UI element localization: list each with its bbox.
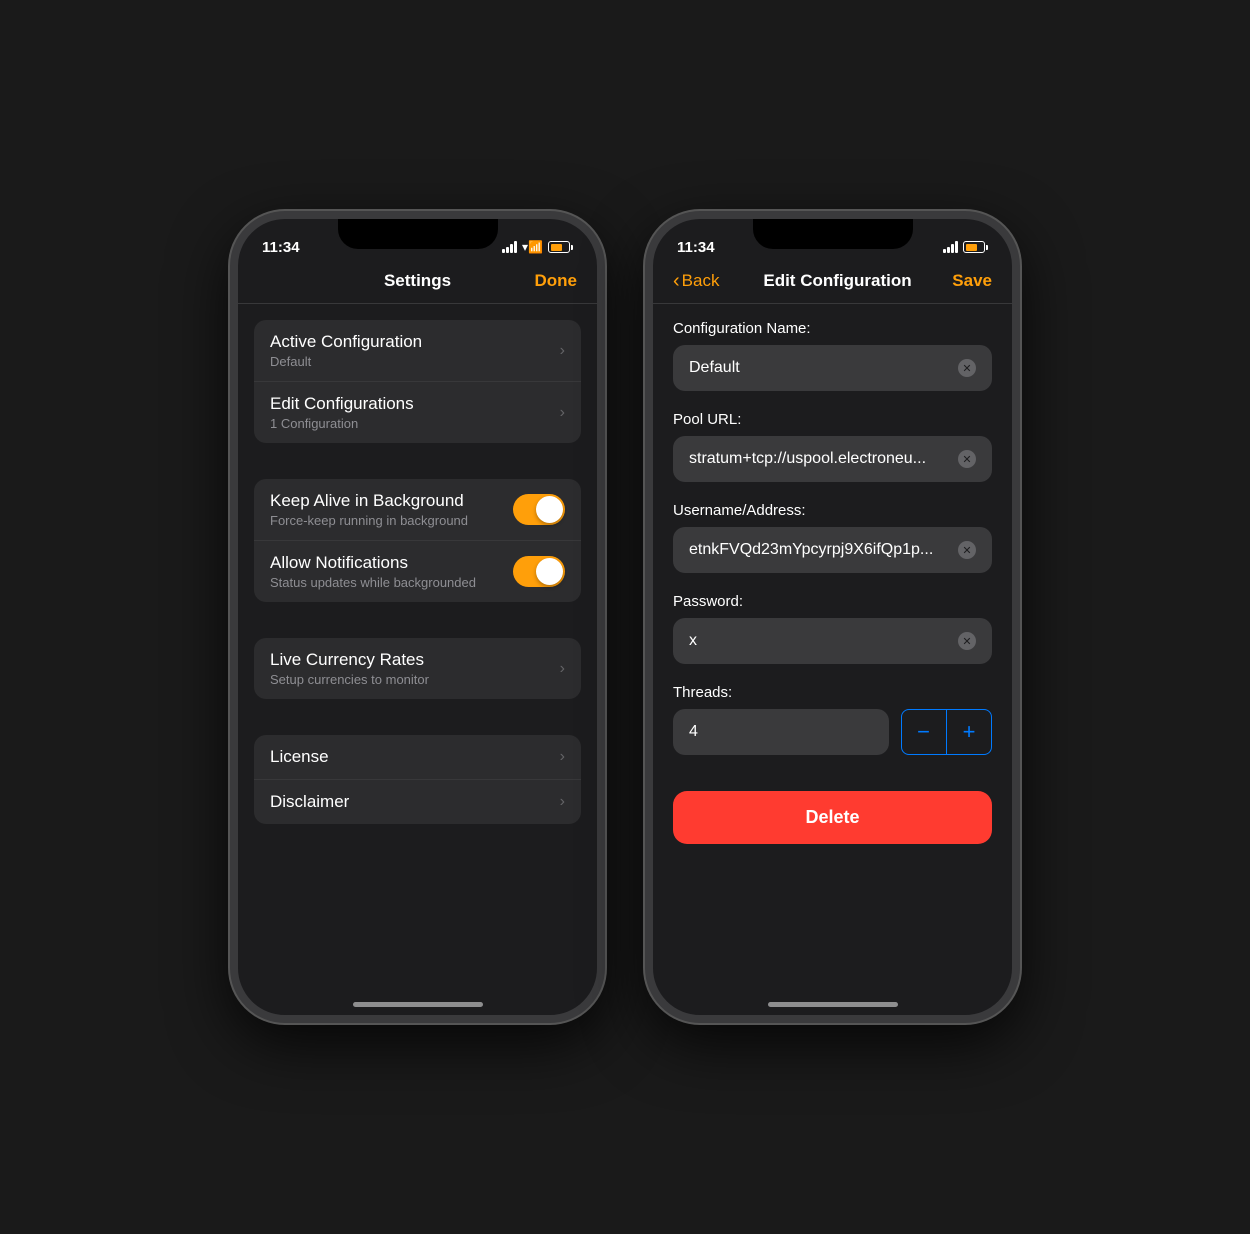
license-title: License	[270, 747, 560, 767]
status-time: 11:34	[677, 239, 715, 256]
pool-url-input[interactable]: stratum+tcp://uspool.electroneu... ✕	[673, 436, 992, 482]
chevron-right-icon: ›	[560, 748, 565, 766]
pool-url-clear-button[interactable]: ✕	[958, 450, 976, 468]
active-config-subtitle: Default	[270, 354, 560, 369]
config-name-label: Configuration Name:	[673, 320, 992, 337]
increment-button[interactable]: +	[947, 710, 991, 754]
allow-notifications-row[interactable]: Allow Notifications Status updates while…	[254, 541, 581, 602]
threads-label: Threads:	[673, 684, 992, 701]
power-button[interactable]	[603, 379, 605, 459]
username-label: Username/Address:	[673, 502, 992, 519]
home-indicator	[353, 1002, 483, 1007]
active-configuration-row[interactable]: Active Configuration Default ›	[254, 320, 581, 382]
volume-down-button[interactable]	[645, 439, 647, 499]
config-name-value: Default	[689, 359, 950, 377]
edit-configurations-row[interactable]: Edit Configurations 1 Configuration ›	[254, 382, 581, 443]
chevron-left-icon: ‹	[673, 271, 680, 291]
username-value: etnkFVQd23mYpcyrpj9X6ifQp1p...	[689, 541, 950, 559]
threads-stepper: − +	[901, 709, 993, 755]
decrement-button[interactable]: −	[902, 710, 946, 754]
password-section: Password: x ✕	[653, 593, 1012, 684]
chevron-right-icon: ›	[560, 342, 565, 360]
pool-url-value: stratum+tcp://uspool.electroneu...	[689, 450, 950, 468]
keep-alive-title: Keep Alive in Background	[270, 491, 513, 511]
settings-group-currency: Live Currency Rates Setup currencies to …	[254, 638, 581, 699]
wifi-icon: ▾📶	[522, 240, 543, 254]
threads-value: 4	[689, 723, 698, 740]
password-label: Password:	[673, 593, 992, 610]
power-button[interactable]	[1018, 379, 1020, 459]
chevron-right-icon: ›	[560, 660, 565, 678]
settings-group-bottom: License › Disclaimer ›	[254, 735, 581, 824]
username-clear-button[interactable]: ✕	[958, 541, 976, 559]
toggle-knob	[536, 558, 563, 585]
screen-content: Active Configuration Default › Edit Conf…	[238, 304, 597, 1012]
allow-notifications-title: Allow Notifications	[270, 553, 513, 573]
nav-bar: . Settings Done	[238, 263, 597, 304]
pool-url-label: Pool URL:	[673, 411, 992, 428]
settings-group-toggles: Keep Alive in Background Force-keep runn…	[254, 479, 581, 602]
done-button[interactable]: Done	[527, 271, 577, 291]
status-icons	[943, 241, 988, 253]
mute-button[interactable]	[645, 319, 647, 351]
edit-screen-content: Configuration Name: Default ✕ Pool URL: …	[653, 304, 1012, 1012]
username-input[interactable]: etnkFVQd23mYpcyrpj9X6ifQp1p... ✕	[673, 527, 992, 573]
active-config-title: Active Configuration	[270, 332, 560, 352]
username-section: Username/Address: etnkFVQd23mYpcyrpj9X6i…	[653, 502, 1012, 593]
password-value: x	[689, 632, 950, 650]
allow-notifications-toggle[interactable]	[513, 556, 565, 587]
page-title: Settings	[308, 271, 527, 291]
config-name-section: Configuration Name: Default ✕	[653, 304, 1012, 411]
config-name-clear-button[interactable]: ✕	[958, 359, 976, 377]
keep-alive-subtitle: Force-keep running in background	[270, 513, 513, 528]
pool-url-section: Pool URL: stratum+tcp://uspool.electrone…	[653, 411, 1012, 502]
nav-bar: ‹ Back Edit Configuration Save	[653, 263, 1012, 304]
back-button[interactable]: ‹ Back	[673, 271, 733, 291]
right-phone: 11:34 ‹ Back Edit Configuration Save	[645, 211, 1020, 1023]
live-currency-subtitle: Setup currencies to monitor	[270, 672, 560, 687]
save-button[interactable]: Save	[942, 271, 992, 291]
status-time: 11:34	[262, 239, 300, 256]
keep-alive-row[interactable]: Keep Alive in Background Force-keep runn…	[254, 479, 581, 541]
threads-row: 4 − +	[673, 709, 992, 755]
threads-input[interactable]: 4	[673, 709, 889, 755]
config-name-input[interactable]: Default ✕	[673, 345, 992, 391]
left-phone: 11:34 ▾📶 . Settings Done	[230, 211, 605, 1023]
allow-notifications-subtitle: Status updates while backgrounded	[270, 575, 513, 590]
volume-down-button[interactable]	[230, 439, 232, 499]
chevron-right-icon: ›	[560, 793, 565, 811]
live-currency-title: Live Currency Rates	[270, 650, 560, 670]
notch	[753, 219, 913, 249]
live-currency-row[interactable]: Live Currency Rates Setup currencies to …	[254, 638, 581, 699]
signal-icon	[943, 241, 958, 253]
signal-icon	[502, 241, 517, 253]
battery-icon	[963, 241, 988, 253]
edit-config-subtitle: 1 Configuration	[270, 416, 560, 431]
settings-group-top: Active Configuration Default › Edit Conf…	[254, 320, 581, 443]
home-indicator	[768, 1002, 898, 1007]
notch	[338, 219, 498, 249]
disclaimer-title: Disclaimer	[270, 792, 560, 812]
password-clear-button[interactable]: ✕	[958, 632, 976, 650]
chevron-right-icon: ›	[560, 404, 565, 422]
keep-alive-toggle[interactable]	[513, 494, 565, 525]
battery-icon	[548, 241, 573, 253]
license-row[interactable]: License ›	[254, 735, 581, 780]
mute-button[interactable]	[230, 319, 232, 351]
delete-button[interactable]: Delete	[673, 791, 992, 844]
edit-config-title: Edit Configurations	[270, 394, 560, 414]
volume-up-button[interactable]	[645, 369, 647, 429]
threads-section: Threads: 4 − +	[653, 684, 1012, 771]
disclaimer-row[interactable]: Disclaimer ›	[254, 780, 581, 824]
back-label: Back	[682, 271, 720, 291]
volume-up-button[interactable]	[230, 369, 232, 429]
toggle-knob	[536, 496, 563, 523]
page-title: Edit Configuration	[733, 271, 942, 291]
password-input[interactable]: x ✕	[673, 618, 992, 664]
status-icons: ▾📶	[502, 240, 573, 254]
